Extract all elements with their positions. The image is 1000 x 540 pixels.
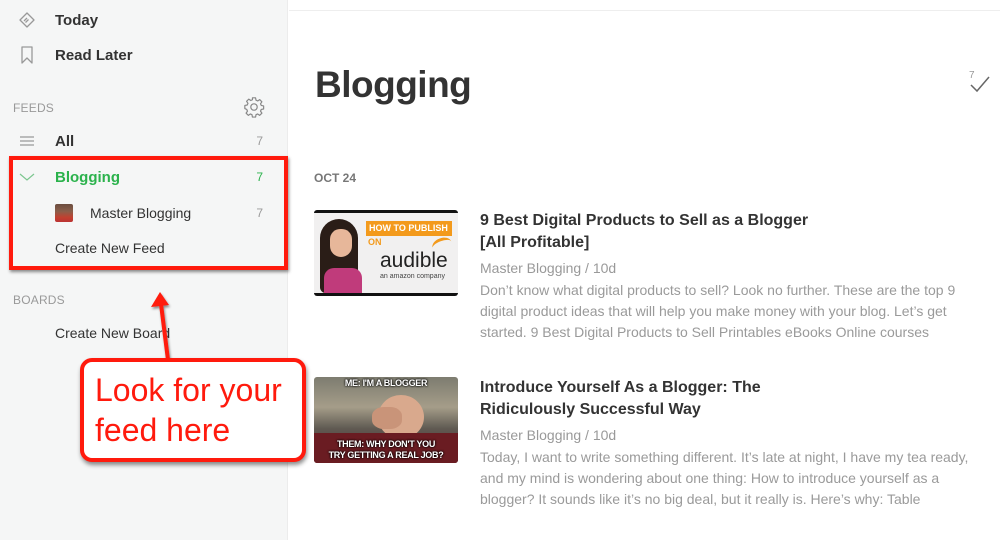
nav-today-label: Today [55, 11, 99, 29]
thumb-brand: audible [380, 249, 448, 272]
feeds-section-title: FEEDS [13, 101, 55, 115]
list-icon [18, 132, 36, 150]
thumb-top-caption: ME: I'M A BLOGGER [344, 378, 428, 388]
feed-all-label: All [55, 132, 75, 150]
article-summary: Don’t know what digital products to sell… [480, 282, 956, 340]
thumb-sub: an amazon company [380, 273, 445, 280]
article-meta: Master Blogging / 10d [480, 427, 617, 443]
thumb-banner: HOW TO PUBLISH [366, 221, 452, 236]
gear-icon[interactable] [243, 96, 265, 118]
thumb-face [330, 229, 352, 257]
article-summary: Today, I want to write something differe… [480, 449, 969, 507]
article-title[interactable]: Introduce Yourself As a Blogger: The Rid… [480, 377, 980, 421]
thumb-clothing [324, 268, 362, 293]
feed-all[interactable]: All 7 [0, 126, 288, 156]
article-title-line2: [All Profitable] [480, 234, 590, 251]
article-thumbnail[interactable]: ME: I'M A BLOGGER THEM: WHY DON'T YOU TR… [314, 377, 458, 463]
annotation-arrow-icon [151, 292, 170, 361]
thumb-hand [372, 407, 402, 429]
mark-as-read-button[interactable]: 7 [965, 68, 995, 98]
article-meta: Master Blogging / 10d [480, 260, 617, 276]
nav-read-later-label: Read Later [55, 46, 133, 64]
thumb-bottom-caption-1: THEM: WHY DON'T YOU [336, 439, 436, 449]
callout-line2: feed here [95, 412, 231, 448]
feedly-today-icon [18, 11, 36, 29]
bookmark-icon [18, 46, 36, 64]
callout-line1: Look for your [95, 372, 282, 408]
annotation-highlight-box [9, 156, 288, 270]
article-title-line1: Introduce Yourself As a Blogger: The [480, 379, 761, 396]
thumb-bottom-caption-2: TRY GETTING A REAL JOB? [328, 450, 444, 460]
article-thumbnail[interactable]: HOW TO PUBLISH ON audible an amazon comp… [314, 210, 458, 296]
unread-count: 7 [969, 70, 975, 81]
nav-read-later[interactable]: Read Later [0, 40, 288, 70]
date-group-label: OCT 24 [314, 171, 357, 185]
main-content: Blogging 7 OCT 24 HOW TO PUBLISH ON audi… [289, 0, 1000, 540]
article-title-line2: Ridiculously Successful Way [480, 401, 701, 418]
top-divider [289, 10, 1000, 11]
page-title: Blogging [315, 64, 472, 105]
article-title-line1: 9 Best Digital Products to Sell as a Blo… [480, 212, 809, 229]
boards-section-title: BOARDS [13, 293, 65, 307]
thumb-on-text: ON [368, 237, 382, 247]
feed-all-count: 7 [256, 134, 263, 148]
annotation-callout: Look for your feed here [80, 358, 306, 462]
nav-today[interactable]: Today [0, 5, 288, 35]
article-title[interactable]: 9 Best Digital Products to Sell as a Blo… [480, 210, 980, 254]
